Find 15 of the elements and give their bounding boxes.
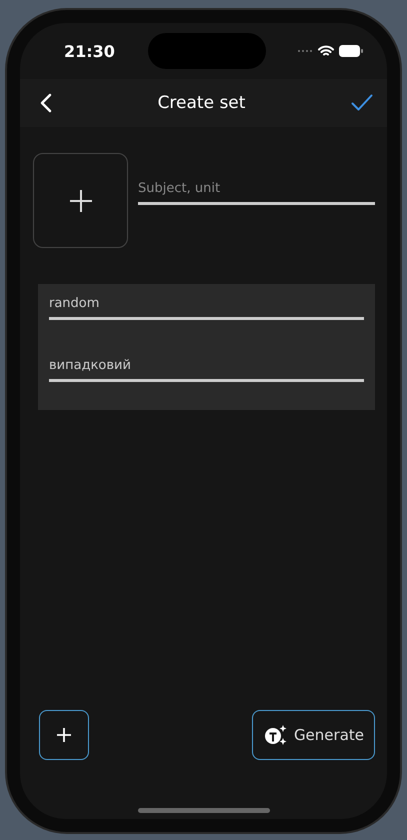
subject-input-field[interactable]: Subject, unit: [138, 181, 375, 205]
generate-button[interactable]: Generate: [252, 710, 375, 760]
plus-icon: [56, 727, 72, 743]
wifi-icon: [318, 45, 334, 57]
add-button[interactable]: [39, 710, 89, 760]
status-time: 21:30: [64, 42, 116, 60]
plus-icon: [68, 188, 92, 212]
battery-icon: [339, 45, 363, 57]
back-icon[interactable]: [40, 93, 52, 113]
text-input-field[interactable]: random: [49, 296, 364, 320]
checkmark-icon[interactable]: [351, 94, 373, 112]
screen-title: Create set: [156, 93, 246, 113]
text-input-field[interactable]: випадковий: [49, 358, 364, 382]
sparkle-icon: [262, 724, 289, 746]
signal-icon: [297, 49, 313, 53]
